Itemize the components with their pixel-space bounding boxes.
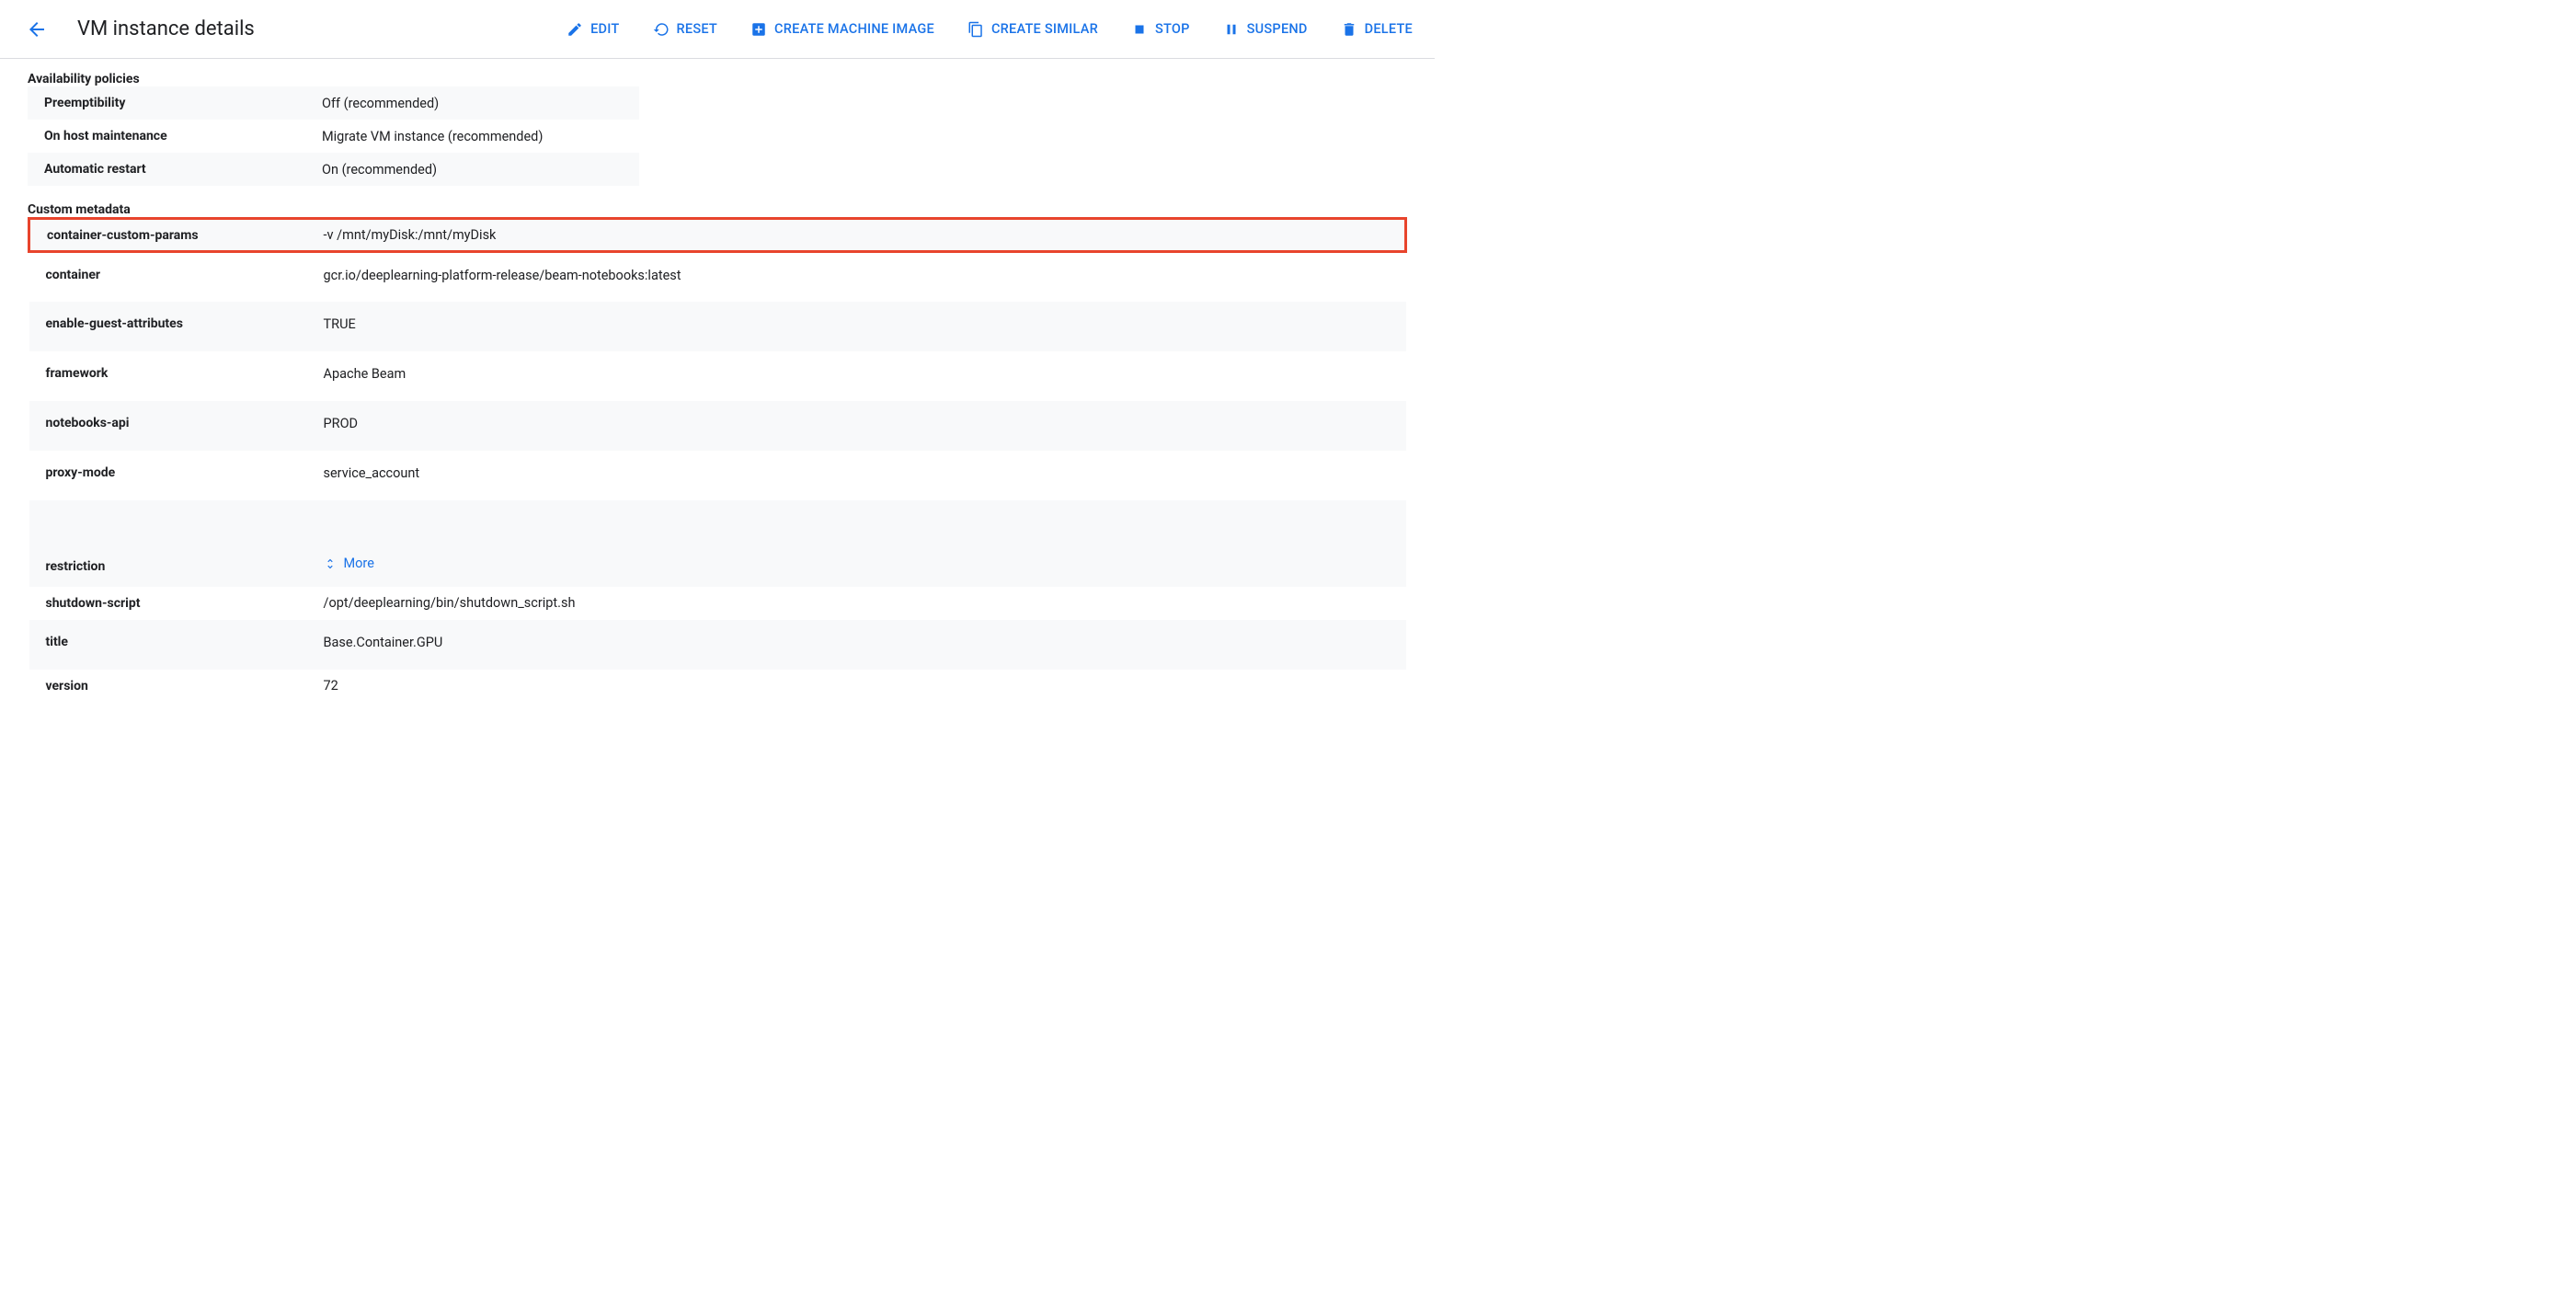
expand-icon: [324, 557, 337, 570]
table-row: title Base.Container.GPU: [29, 620, 1406, 670]
table-row: container gcr.io/deeplearning-platform-r…: [29, 252, 1406, 302]
stop-label: STOP: [1155, 21, 1190, 37]
header-bar: VM instance details EDIT RESET CREATE MA…: [0, 0, 1435, 59]
row-value: 72: [324, 670, 1406, 703]
reset-icon: [653, 21, 670, 38]
row-key: restriction: [29, 500, 324, 587]
reset-label: RESET: [677, 21, 718, 37]
row-key: notebooks-api: [29, 401, 324, 451]
table-row: framework Apache Beam: [29, 351, 1406, 401]
row-key: shutdown-script: [29, 587, 324, 620]
row-key: enable-guest-attributes: [29, 302, 324, 351]
add-box-icon: [750, 21, 767, 38]
arrow-left-icon: [26, 18, 48, 40]
row-value: TRUE: [324, 302, 1406, 351]
table-row: shutdown-script /opt/deeplearning/bin/sh…: [29, 587, 1406, 620]
pencil-icon: [567, 21, 583, 38]
row-key: Preemptibility: [28, 86, 322, 120]
create-machine-image-label: CREATE MACHINE IMAGE: [774, 21, 934, 37]
row-key: framework: [29, 351, 324, 401]
row-value: Apache Beam: [324, 351, 1406, 401]
row-value: -v /mnt/myDisk:/mnt/myDisk: [324, 219, 1406, 252]
row-value: gcr.io/deeplearning-platform-release/bea…: [324, 252, 1406, 302]
suspend-button[interactable]: SUSPEND: [1223, 21, 1308, 38]
reset-button[interactable]: RESET: [653, 21, 718, 38]
more-label: More: [344, 556, 374, 571]
copy-icon: [967, 21, 984, 38]
trash-icon: [1341, 21, 1357, 38]
pause-icon: [1223, 21, 1240, 38]
availability-section-title: Availability policies: [28, 72, 1407, 86]
table-row: version 72: [29, 670, 1406, 703]
create-similar-label: CREATE SIMILAR: [991, 21, 1098, 37]
delete-label: DELETE: [1365, 21, 1413, 37]
row-key: title: [29, 620, 324, 670]
edit-label: EDIT: [590, 21, 619, 37]
row-value: PROD: [324, 401, 1406, 451]
table-row-highlighted: container-custom-params -v /mnt/myDisk:/…: [29, 219, 1406, 252]
action-bar: EDIT RESET CREATE MACHINE IMAGE CREATE S…: [567, 21, 1413, 38]
row-value: service_account: [324, 451, 1406, 500]
edit-button[interactable]: EDIT: [567, 21, 619, 38]
back-button[interactable]: [22, 15, 52, 44]
row-key: container-custom-params: [29, 219, 324, 252]
row-value: /opt/deeplearning/bin/shutdown_script.sh: [324, 587, 1406, 620]
content-area: Availability policies Preemptibility Off…: [0, 59, 1435, 721]
suspend-label: SUSPEND: [1247, 21, 1308, 37]
row-value: More: [324, 500, 1406, 587]
table-row: proxy-mode service_account: [29, 451, 1406, 500]
table-row: Preemptibility Off (recommended): [28, 86, 639, 120]
row-value: Off (recommended): [322, 86, 639, 120]
table-row: Automatic restart On (recommended): [28, 153, 639, 186]
row-key: container: [29, 252, 324, 302]
row-key: On host maintenance: [28, 120, 322, 153]
row-value: Base.Container.GPU: [324, 620, 1406, 670]
table-row: On host maintenance Migrate VM instance …: [28, 120, 639, 153]
stop-button[interactable]: STOP: [1131, 21, 1190, 38]
more-link[interactable]: More: [324, 556, 374, 571]
page-title: VM instance details: [77, 17, 255, 40]
table-row: enable-guest-attributes TRUE: [29, 302, 1406, 351]
create-similar-button[interactable]: CREATE SIMILAR: [967, 21, 1098, 38]
table-row: restriction More: [29, 500, 1406, 587]
row-key: proxy-mode: [29, 451, 324, 500]
stop-icon: [1131, 21, 1148, 38]
row-value: Migrate VM instance (recommended): [322, 120, 639, 153]
metadata-section-title: Custom metadata: [28, 202, 1407, 217]
row-key: Automatic restart: [28, 153, 322, 186]
row-key: version: [29, 670, 324, 703]
delete-button[interactable]: DELETE: [1341, 21, 1413, 38]
row-value: On (recommended): [322, 153, 639, 186]
table-row: notebooks-api PROD: [29, 401, 1406, 451]
availability-table: Preemptibility Off (recommended) On host…: [28, 86, 639, 186]
create-machine-image-button[interactable]: CREATE MACHINE IMAGE: [750, 21, 934, 38]
metadata-table: container-custom-params -v /mnt/myDisk:/…: [28, 217, 1407, 703]
